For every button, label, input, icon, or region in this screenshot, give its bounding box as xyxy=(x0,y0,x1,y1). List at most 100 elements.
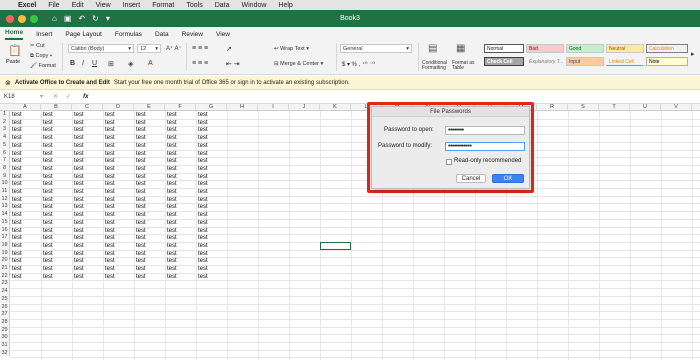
cell[interactable]: test xyxy=(41,227,72,235)
cell[interactable]: test xyxy=(72,180,103,188)
menu-help[interactable]: Help xyxy=(278,2,292,9)
cell[interactable]: test xyxy=(103,119,134,127)
column-header[interactable]: C xyxy=(72,104,103,111)
cell[interactable]: test xyxy=(196,203,227,211)
column-header[interactable]: A xyxy=(10,104,41,111)
cell[interactable]: test xyxy=(165,227,196,235)
tab-data[interactable]: Data xyxy=(155,31,169,40)
row-header[interactable]: 31 xyxy=(0,342,10,350)
menu-tools[interactable]: Tools xyxy=(186,2,202,9)
format-as-table-icon[interactable]: ▦ xyxy=(456,43,465,54)
align-top-icon[interactable]: ≡ ≡ ≡ xyxy=(192,45,208,52)
cell[interactable]: test xyxy=(196,242,227,250)
cell[interactable]: test xyxy=(134,242,165,250)
cell[interactable]: test xyxy=(134,165,165,173)
cell[interactable]: test xyxy=(134,188,165,196)
cell[interactable]: test xyxy=(103,188,134,196)
cell[interactable]: test xyxy=(10,165,41,173)
cell[interactable]: test xyxy=(72,150,103,158)
row-header[interactable]: 27 xyxy=(0,311,10,319)
cell[interactable]: test xyxy=(10,126,41,134)
tab-home[interactable]: Home xyxy=(5,29,24,40)
cell[interactable]: test xyxy=(72,157,103,165)
cell[interactable]: test xyxy=(196,111,227,119)
row-header[interactable]: 21 xyxy=(0,265,10,273)
row-header[interactable]: 9 xyxy=(0,172,10,181)
style-neutral[interactable]: Neutral xyxy=(606,44,644,53)
cell[interactable]: test xyxy=(165,265,196,273)
cell[interactable]: test xyxy=(134,173,165,181)
redo-icon[interactable]: ↻ xyxy=(92,14,99,23)
styles-more-icon[interactable]: ▸ xyxy=(691,50,695,58)
wrap-text-button[interactable]: ↩ Wrap Text ▾ xyxy=(274,46,309,52)
font-size-select[interactable]: 12 ▾ xyxy=(137,44,161,53)
cell[interactable]: test xyxy=(134,257,165,265)
font-name-select[interactable]: Calibri (Body) ▾ xyxy=(68,44,134,53)
style-note[interactable]: Note xyxy=(646,57,688,66)
cancel-button[interactable]: Cancel xyxy=(456,174,486,183)
menu-edit[interactable]: Edit xyxy=(72,2,84,9)
cell[interactable]: test xyxy=(41,173,72,181)
row-header[interactable]: 5 xyxy=(0,141,10,150)
cell[interactable]: test xyxy=(165,119,196,127)
cell[interactable]: test xyxy=(165,196,196,204)
number-format-select[interactable]: General ▾ xyxy=(340,44,412,53)
cell[interactable]: test xyxy=(134,142,165,150)
menu-insert[interactable]: Insert xyxy=(123,2,141,9)
undo-icon[interactable]: ↶ xyxy=(78,14,85,23)
style-normal[interactable]: Normal xyxy=(484,44,524,53)
style-input[interactable]: Input xyxy=(566,57,604,66)
italic-icon[interactable]: I xyxy=(82,60,84,67)
selected-cell[interactable] xyxy=(320,241,351,250)
cell[interactable]: test xyxy=(165,211,196,219)
copy-button[interactable]: ⧉ Copy ▾ xyxy=(30,53,52,60)
cancel-formula-icon[interactable]: ✕ xyxy=(53,93,58,100)
font-grow-shrink-icon[interactable]: A⁺ A⁻ xyxy=(166,45,182,52)
cell[interactable]: test xyxy=(165,126,196,134)
cell[interactable]: test xyxy=(41,119,72,127)
cell[interactable]: test xyxy=(103,150,134,158)
row-header[interactable]: 12 xyxy=(0,195,10,204)
menu-format[interactable]: Format xyxy=(152,2,174,9)
cell[interactable]: test xyxy=(196,219,227,227)
menu-window[interactable]: Window xyxy=(242,2,267,9)
row-header[interactable]: 8 xyxy=(0,164,10,173)
number-format-icons[interactable]: $ ▾ % , ⁺⁰ ⁻⁰ xyxy=(342,61,375,68)
cell[interactable]: test xyxy=(103,173,134,181)
cell[interactable]: test xyxy=(10,265,41,273)
cell[interactable]: test xyxy=(41,126,72,134)
cell[interactable]: test xyxy=(72,165,103,173)
cell[interactable]: test xyxy=(165,111,196,119)
cell[interactable]: test xyxy=(10,196,41,204)
row-header[interactable]: 25 xyxy=(0,295,10,304)
merge-center-button[interactable]: ⊟ Merge & Center ▾ xyxy=(274,61,323,67)
cell[interactable]: test xyxy=(10,150,41,158)
readonly-checkbox[interactable] xyxy=(446,159,452,165)
cell[interactable]: test xyxy=(165,157,196,165)
cell[interactable]: test xyxy=(134,111,165,119)
style-bad[interactable]: Bad xyxy=(526,44,564,53)
zoom-window-icon[interactable] xyxy=(30,14,38,23)
cell[interactable]: test xyxy=(41,180,72,188)
cell[interactable]: test xyxy=(72,234,103,242)
cell[interactable]: test xyxy=(196,119,227,127)
menu-view[interactable]: View xyxy=(96,2,111,9)
underline-icon[interactable]: U xyxy=(92,60,97,67)
cell[interactable]: test xyxy=(134,126,165,134)
close-window-icon[interactable] xyxy=(6,14,14,23)
cell[interactable]: test xyxy=(41,142,72,150)
cell[interactable]: test xyxy=(165,150,196,158)
cell[interactable]: test xyxy=(72,219,103,227)
cell[interactable]: test xyxy=(196,165,227,173)
cell[interactable]: test xyxy=(196,211,227,219)
cell[interactable]: test xyxy=(72,196,103,204)
row-header[interactable]: 4 xyxy=(0,134,10,142)
cell[interactable]: test xyxy=(134,134,165,142)
password-modify-field[interactable]: •••••••••••• xyxy=(445,142,525,151)
cell[interactable]: test xyxy=(72,188,103,196)
cell[interactable]: test xyxy=(134,273,165,281)
cell[interactable]: test xyxy=(72,227,103,235)
row-header[interactable]: 14 xyxy=(0,211,10,219)
row-header[interactable]: 17 xyxy=(0,234,10,242)
column-header[interactable]: V xyxy=(661,104,692,111)
